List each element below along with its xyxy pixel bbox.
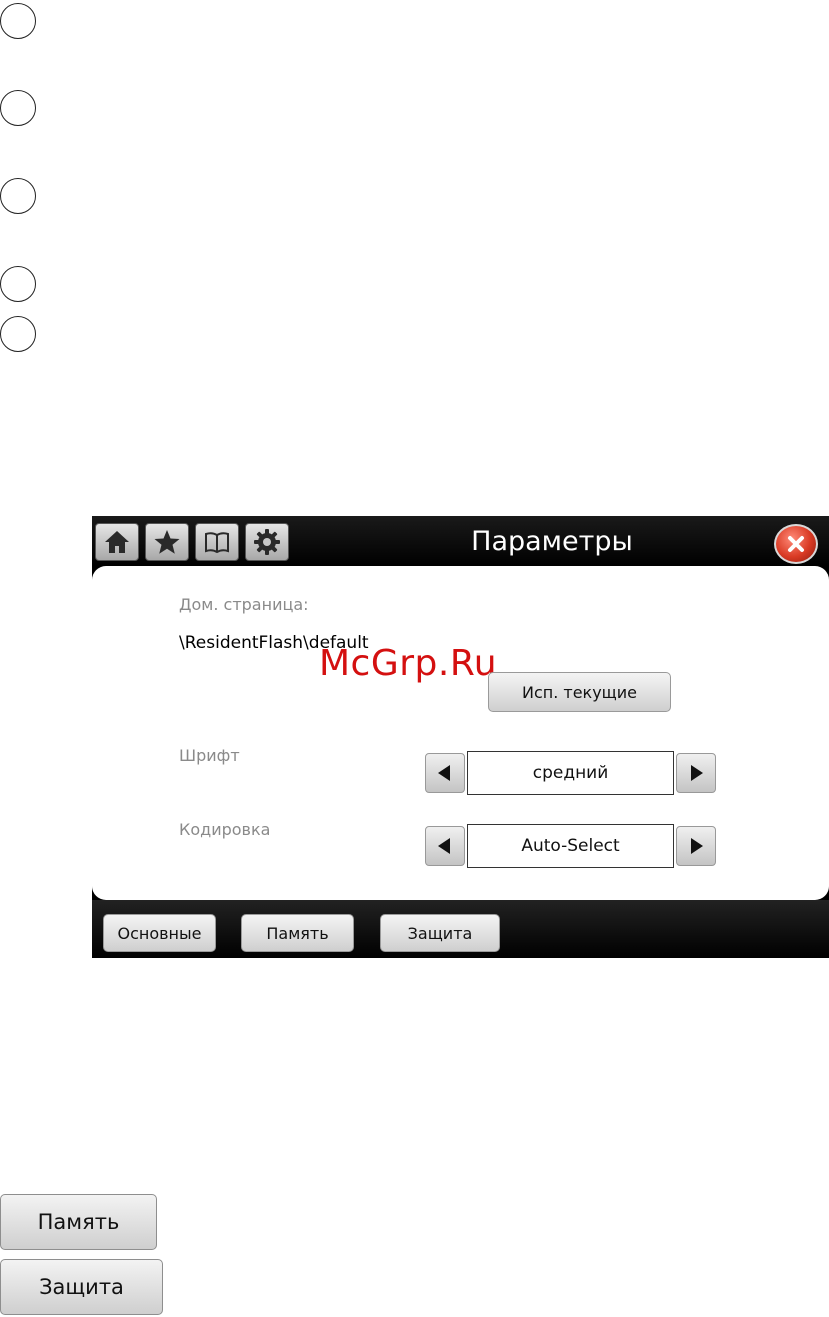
step-marker-1 xyxy=(0,3,36,39)
settings-window: Параметры Дом. страница: \ResidentFlash\… xyxy=(92,516,829,958)
home-button[interactable] xyxy=(95,523,139,561)
window-title: Параметры xyxy=(471,526,633,557)
book-icon xyxy=(205,532,229,554)
home-page-label: Дом. страница: xyxy=(179,595,309,614)
star-icon xyxy=(154,530,180,554)
encoding-prev-button[interactable] xyxy=(425,826,465,866)
tab-general[interactable]: Основные xyxy=(103,914,216,952)
font-label: Шрифт xyxy=(179,746,240,765)
font-next-button[interactable] xyxy=(676,753,716,793)
step-marker-2 xyxy=(0,90,36,126)
triangle-left-icon xyxy=(438,765,450,781)
close-button[interactable] xyxy=(774,524,818,564)
encoding-label: Кодировка xyxy=(179,820,271,839)
triangle-right-icon xyxy=(691,838,703,854)
triangle-left-icon xyxy=(438,838,450,854)
history-button[interactable] xyxy=(195,523,239,561)
encoding-value-box: Auto-Select xyxy=(467,824,674,868)
encoding-next-button[interactable] xyxy=(676,826,716,866)
memory-button[interactable]: Память xyxy=(0,1194,157,1250)
title-bar: Параметры xyxy=(92,516,829,566)
settings-panel: Дом. страница: \ResidentFlash\default Mc… xyxy=(92,566,829,900)
tab-security[interactable]: Защита xyxy=(380,914,500,952)
font-prev-button[interactable] xyxy=(425,753,465,793)
settings-button[interactable] xyxy=(245,523,289,561)
gear-icon xyxy=(254,529,280,555)
triangle-right-icon xyxy=(691,765,703,781)
font-value-box: средний xyxy=(467,751,674,795)
step-marker-5 xyxy=(0,316,36,352)
step-marker-3 xyxy=(0,178,36,214)
watermark-text: McGrp.Ru xyxy=(319,643,498,684)
step-marker-4 xyxy=(0,266,36,302)
security-button[interactable]: Защита xyxy=(0,1259,163,1315)
use-current-button[interactable]: Исп. текущие xyxy=(488,672,671,712)
favorites-button[interactable] xyxy=(145,523,189,561)
close-icon xyxy=(788,536,804,552)
tab-bar: Основные Память Защита xyxy=(92,900,829,958)
home-icon xyxy=(105,531,129,553)
tab-memory[interactable]: Память xyxy=(241,914,354,952)
